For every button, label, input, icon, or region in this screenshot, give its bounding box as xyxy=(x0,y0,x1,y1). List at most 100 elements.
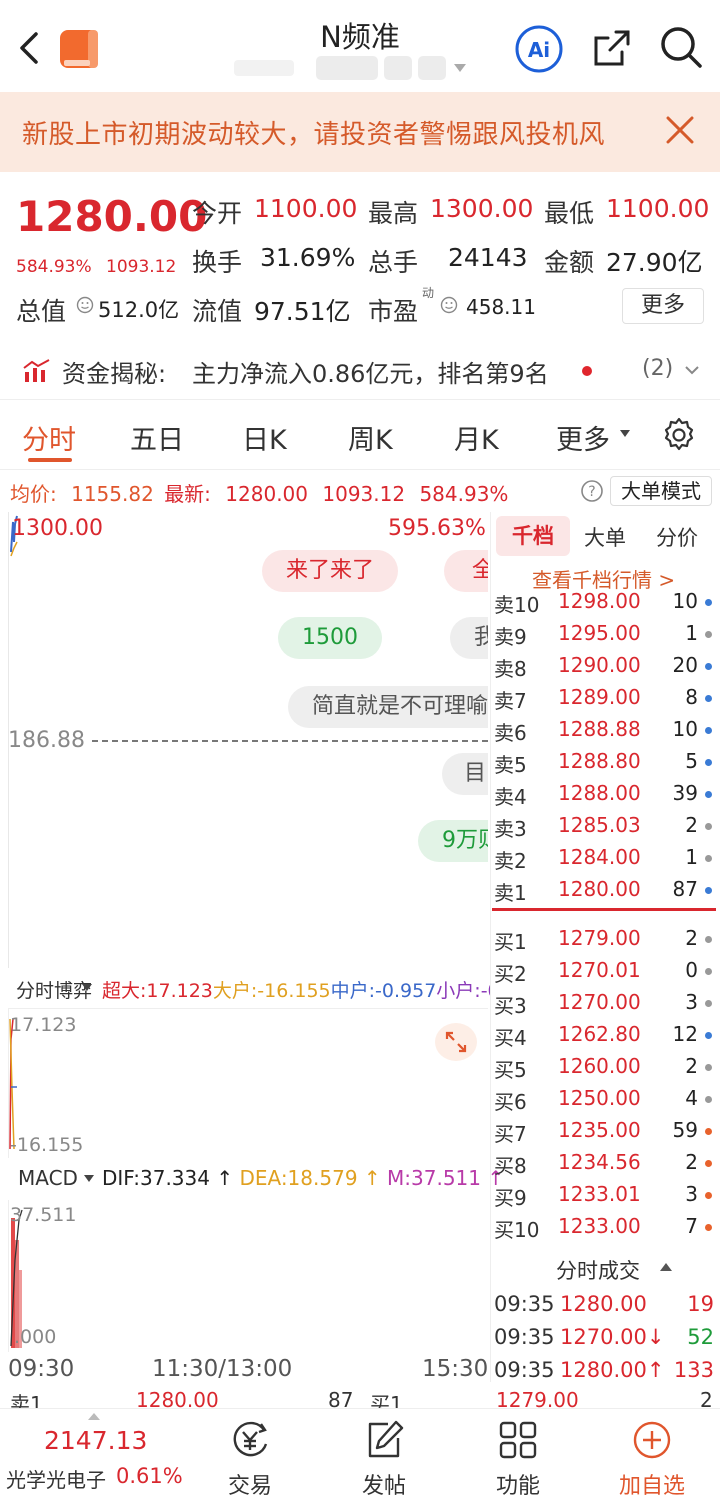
level-dot xyxy=(705,1192,712,1199)
tab-price-split[interactable]: 分价 xyxy=(656,522,698,552)
ask-row[interactable]: 卖1 1280.00 87 xyxy=(494,875,716,907)
comment-bubble[interactable]: 我 xyxy=(450,617,488,659)
macd-chart[interactable] xyxy=(8,1200,488,1352)
level-dot xyxy=(705,968,712,975)
tab-five-day[interactable]: 五日 xyxy=(130,418,184,457)
ask-row[interactable]: 卖5 1288.80 5 xyxy=(494,747,716,779)
smile-icon xyxy=(76,296,94,314)
change-percent: 584.93% xyxy=(16,257,92,277)
caret-down-icon[interactable] xyxy=(82,984,92,992)
trades-title[interactable]: 分时成交 xyxy=(556,1255,640,1285)
market-cap-label: 总值 xyxy=(16,297,67,326)
index-value[interactable]: 2147.13 xyxy=(44,1426,147,1455)
tab-thousand-level[interactable]: 千档 xyxy=(496,516,570,556)
time-axis-start: 09:30 xyxy=(8,1356,75,1382)
index-name[interactable]: 光学光电子 xyxy=(6,1464,106,1493)
pe-superscript: 动 xyxy=(422,286,435,300)
trade-price: 1280.00↑ xyxy=(560,1358,665,1382)
search-icon[interactable] xyxy=(658,24,704,70)
latest-label: 最新: xyxy=(164,482,211,506)
comment-bubble[interactable]: 目 xyxy=(442,753,488,795)
up-arrow-icon: ↑ xyxy=(209,1166,240,1190)
change-value: 1093.12 xyxy=(106,257,177,277)
tab-weekly-k[interactable]: 周K xyxy=(348,418,393,457)
bid-row[interactable]: 买2 1270.01 0 xyxy=(494,956,716,988)
close-icon[interactable] xyxy=(664,114,696,146)
level-price: 1284.00 xyxy=(558,845,641,869)
level-price: 1250.00 xyxy=(558,1086,641,1110)
nav-functions[interactable]: 功能 xyxy=(468,1414,568,1504)
stock-code-selector[interactable] xyxy=(234,56,466,80)
high-label: 最高 xyxy=(368,199,419,228)
bid-row[interactable]: 买6 1250.00 4 xyxy=(494,1084,716,1116)
ask-row[interactable]: 卖6 1288.88 10 xyxy=(494,715,716,747)
comment-bubble[interactable]: 简直就是不可理喻 xyxy=(288,686,488,728)
level-label: 卖8 xyxy=(494,657,527,681)
caret-up-icon[interactable] xyxy=(660,1262,672,1272)
index-percent[interactable]: 0.61% xyxy=(116,1464,183,1488)
tab-big-order[interactable]: 大单 xyxy=(584,522,626,552)
share-icon[interactable] xyxy=(590,26,634,70)
ask-row[interactable]: 卖3 1285.03 2 xyxy=(494,811,716,843)
big-order-mode-button[interactable]: 大单模式 xyxy=(610,476,712,506)
comment-bubble[interactable]: 1500 xyxy=(278,617,382,659)
tab-more[interactable]: 更多 xyxy=(556,418,610,457)
level-price: 1270.01 xyxy=(558,958,641,982)
caret-down-icon xyxy=(620,430,630,437)
avg-label: 均价: xyxy=(10,482,57,506)
macd-bottom-label: .000 xyxy=(14,1326,57,1348)
bid-row[interactable]: 买7 1235.00 59 xyxy=(494,1116,716,1148)
bid-row[interactable]: 买5 1260.00 2 xyxy=(494,1052,716,1084)
ask-row[interactable]: 卖2 1284.00 1 xyxy=(494,843,716,875)
help-icon[interactable]: ? xyxy=(580,479,604,503)
tab-daily-k[interactable]: 日K xyxy=(242,418,287,457)
comment-bubble[interactable]: 9万则 xyxy=(418,820,488,862)
ask-row[interactable]: 卖7 1289.00 8 xyxy=(494,683,716,715)
level-volume: 3 xyxy=(685,990,698,1014)
bid-row[interactable]: 买8 1234.56 2 xyxy=(494,1148,716,1180)
warning-text: 新股上市初期波动较大，请投资者警惕跟风投机风 xyxy=(22,120,606,150)
level-label: 买6 xyxy=(494,1090,527,1114)
macd-title[interactable]: MACD xyxy=(18,1166,78,1190)
ask-row[interactable]: 卖10 1298.00 10 xyxy=(494,587,716,619)
tab-intraday[interactable]: 分时 xyxy=(22,418,76,457)
comment-bubble[interactable]: 来了来了 xyxy=(262,550,399,592)
macd-values: DIF:37.334 ↑ DEA:18.579 ↑ M:37.511 ↑ xyxy=(102,1166,504,1190)
ask-row[interactable]: 卖4 1288.00 39 xyxy=(494,779,716,811)
trade-price: 1280.00 xyxy=(560,1292,647,1316)
gear-icon[interactable] xyxy=(660,416,698,454)
caret-down-icon[interactable] xyxy=(84,1175,94,1183)
ask-row[interactable]: 卖9 1295.00 1 xyxy=(494,619,716,651)
big-label: 大户: xyxy=(212,980,258,1002)
bid-row[interactable]: 买1 1279.00 2 xyxy=(494,924,716,956)
chevron-down-icon[interactable] xyxy=(684,362,700,378)
bid-row[interactable]: 买3 1270.00 3 xyxy=(494,988,716,1020)
expand-icon[interactable] xyxy=(434,1022,478,1062)
ai-icon: Ai xyxy=(515,25,563,73)
nav-add-watchlist[interactable]: 加自选 xyxy=(602,1414,702,1504)
nav-post[interactable]: 发帖 xyxy=(334,1414,434,1504)
mid-value: -0.957 xyxy=(375,980,437,1002)
level-label: 卖7 xyxy=(494,689,527,713)
bid-row[interactable]: 买9 1233.01 3 xyxy=(494,1180,716,1212)
level-label: 买1 xyxy=(494,930,527,954)
nav-trade[interactable]: 交易 xyxy=(200,1414,300,1504)
flow-indicator-title[interactable]: 分时博弈 xyxy=(16,976,92,1003)
level-price: 1298.00 xyxy=(558,589,641,613)
bid-row[interactable]: 买4 1262.80 12 xyxy=(494,1020,716,1052)
level-dot xyxy=(705,791,712,798)
caret-up-icon[interactable] xyxy=(88,1412,100,1420)
level-dot xyxy=(705,599,712,606)
bid-row[interactable]: 买10 1233.00 7 xyxy=(494,1212,716,1244)
level-price: 1285.03 xyxy=(558,813,641,837)
ask-row[interactable]: 卖8 1290.00 20 xyxy=(494,651,716,683)
comment-bubble[interactable]: 全 xyxy=(444,550,488,592)
capital-flow-row[interactable]: 资金揭秘: 主力净流入0.86亿元，排名第9名 (2) xyxy=(0,340,720,400)
more-quote-button[interactable]: 更多 xyxy=(622,288,704,324)
tab-monthly-k[interactable]: 月K xyxy=(454,418,499,457)
level-label: 买9 xyxy=(494,1186,527,1210)
level-dot xyxy=(705,663,712,670)
level-dot xyxy=(705,1064,712,1071)
volume-value: 24143 xyxy=(448,243,528,272)
ai-assistant-button[interactable]: Ai xyxy=(514,24,564,74)
